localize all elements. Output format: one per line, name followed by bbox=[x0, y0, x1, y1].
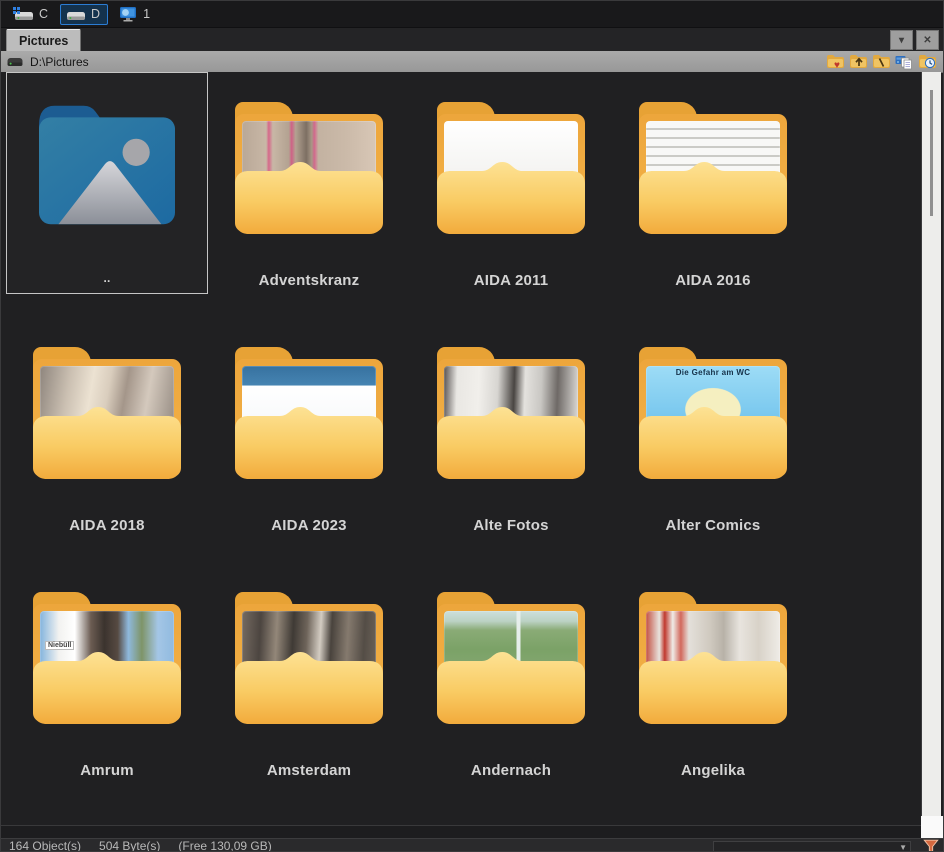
status-size: 504 Byte(s) bbox=[99, 839, 160, 852]
folder-icon bbox=[208, 94, 410, 244]
drive-tab-bar: C D 1 bbox=[1, 1, 943, 28]
file-item-alter-comics[interactable]: Die Gefahr am WC Alter Comics bbox=[612, 317, 814, 562]
file-item--[interactable]: .. bbox=[6, 72, 208, 294]
vertical-scrollbar[interactable] bbox=[921, 72, 941, 816]
tab-strip: Pictures ▾✕ bbox=[1, 28, 943, 51]
folder-front-shape bbox=[437, 407, 585, 479]
drive-mini-icon bbox=[7, 57, 23, 67]
folder-heart-icon: ♥ bbox=[826, 54, 845, 69]
folder-icon bbox=[410, 94, 612, 244]
scrollbar-thumb[interactable] bbox=[930, 90, 933, 216]
filter-funnel-icon[interactable] bbox=[919, 839, 943, 852]
drive-icon bbox=[66, 7, 86, 22]
folder-icon: Die Gefahr am WC bbox=[612, 339, 814, 489]
breadcrumb[interactable]: D:\Pictures bbox=[7, 55, 89, 69]
close-tab-button[interactable]: ✕ bbox=[916, 30, 939, 50]
address-toolbar: ♥ bbox=[825, 53, 937, 70]
file-item-aida-2023[interactable]: AIDA 2023 bbox=[208, 317, 410, 562]
file-item-amrum[interactable]: Niebüll Amrum bbox=[6, 562, 208, 807]
drive-windows-icon bbox=[13, 7, 34, 22]
file-list-panel[interactable]: ..AdventskranzAIDA 2011AIDA 2016 AIDA 201… bbox=[1, 72, 921, 825]
pictures-folder-icon bbox=[29, 96, 185, 232]
folder-icon bbox=[410, 584, 612, 734]
file-item-alte-fotos[interactable]: Alte Fotos bbox=[410, 317, 612, 562]
file-item-label: AIDA 2018 bbox=[6, 517, 208, 534]
folder-front-shape bbox=[33, 407, 181, 479]
file-item-aida-2016[interactable]: AIDA 2016 bbox=[612, 72, 814, 317]
scrollbar-corner bbox=[921, 816, 944, 839]
file-item-label: Amrum bbox=[6, 762, 208, 779]
favorites-button[interactable]: ♥ bbox=[825, 53, 845, 70]
folder-front-shape bbox=[639, 162, 787, 234]
thumbnail-caption: Die Gefahr am WC bbox=[646, 368, 780, 377]
drives-button[interactable] bbox=[894, 53, 914, 70]
folder-up-icon bbox=[849, 54, 868, 69]
drive-tab-label: 1 bbox=[143, 7, 150, 21]
computer-copy-icon bbox=[895, 54, 914, 70]
status-free-space: (Free 130,09 GB) bbox=[178, 839, 271, 852]
drive-tab-1[interactable]: 1 bbox=[112, 3, 158, 25]
file-item-label: Adventskranz bbox=[208, 272, 410, 289]
go-up-button[interactable] bbox=[848, 53, 868, 70]
file-item-adventskranz[interactable]: Adventskranz bbox=[208, 72, 410, 317]
folder-front-shape bbox=[235, 407, 383, 479]
drive-tab-d[interactable]: D bbox=[60, 4, 108, 25]
file-item-label: Amsterdam bbox=[208, 762, 410, 779]
folder-front-shape bbox=[33, 652, 181, 724]
folder-icon bbox=[410, 339, 612, 489]
drive-tab-label: D bbox=[91, 7, 100, 21]
file-item-aida-2011[interactable]: AIDA 2011 bbox=[410, 72, 612, 317]
file-item-label: AIDA 2016 bbox=[612, 272, 814, 289]
file-item-label: Alte Fotos bbox=[410, 517, 612, 534]
drive-tab-c[interactable]: C bbox=[7, 4, 56, 25]
folder-grid: ..AdventskranzAIDA 2011AIDA 2016 AIDA 201… bbox=[1, 72, 921, 807]
status-dropdown[interactable]: ▼ bbox=[713, 841, 911, 852]
folder-front-shape bbox=[235, 652, 383, 724]
parent-folder-icon bbox=[7, 89, 207, 239]
file-item-label: Alter Comics bbox=[612, 517, 814, 534]
address-bar: D:\Pictures ♥ bbox=[1, 51, 943, 73]
svg-text:♥: ♥ bbox=[834, 60, 840, 69]
recent-locations-button[interactable] bbox=[917, 53, 937, 70]
folder-icon bbox=[6, 339, 208, 489]
folder-icon: Niebüll bbox=[6, 584, 208, 734]
folder-clock-icon bbox=[918, 54, 937, 69]
file-item-label: Angelika bbox=[612, 762, 814, 779]
tab-pictures[interactable]: Pictures bbox=[6, 29, 81, 52]
thumbnail-sign: Niebüll bbox=[45, 641, 74, 650]
folder-front-shape bbox=[235, 162, 383, 234]
folder-front-shape bbox=[639, 652, 787, 724]
tab-buttons: ▾✕ bbox=[890, 30, 939, 50]
status-bar: 164 Object(s) 504 Byte(s) (Free 130,09 G… bbox=[1, 838, 944, 852]
folder-front-shape bbox=[437, 652, 585, 724]
chevron-down-icon: ▼ bbox=[899, 844, 907, 852]
file-manager-window: C D 1 Pictures ▾✕ D:\Pictures ♥ ..Adventsk… bbox=[0, 0, 944, 852]
folder-icon bbox=[208, 584, 410, 734]
file-item-label: Andernach bbox=[410, 762, 612, 779]
go-root-button[interactable] bbox=[871, 53, 891, 70]
drive-tab-label: C bbox=[39, 7, 48, 21]
status-object-count: 164 Object(s) bbox=[9, 839, 81, 852]
file-item-label: AIDA 2011 bbox=[410, 272, 612, 289]
file-item-angelika[interactable]: Angelika bbox=[612, 562, 814, 807]
file-item-label: AIDA 2023 bbox=[208, 517, 410, 534]
folder-icon bbox=[208, 339, 410, 489]
folder-front-shape bbox=[437, 162, 585, 234]
folder-root-icon bbox=[872, 54, 891, 69]
address-path-text: D:\Pictures bbox=[30, 55, 89, 69]
file-item-amsterdam[interactable]: Amsterdam bbox=[208, 562, 410, 807]
tab-list-dropdown-button[interactable]: ▾ bbox=[890, 30, 913, 50]
folder-icon bbox=[612, 94, 814, 244]
folder-front-shape bbox=[639, 407, 787, 479]
file-item-label: .. bbox=[7, 271, 207, 285]
file-item-andernach[interactable]: Andernach bbox=[410, 562, 612, 807]
network-computer-icon bbox=[118, 6, 138, 22]
file-item-aida-2018[interactable]: AIDA 2018 bbox=[6, 317, 208, 562]
folder-icon bbox=[612, 584, 814, 734]
horizontal-scrollbar[interactable] bbox=[1, 825, 921, 839]
